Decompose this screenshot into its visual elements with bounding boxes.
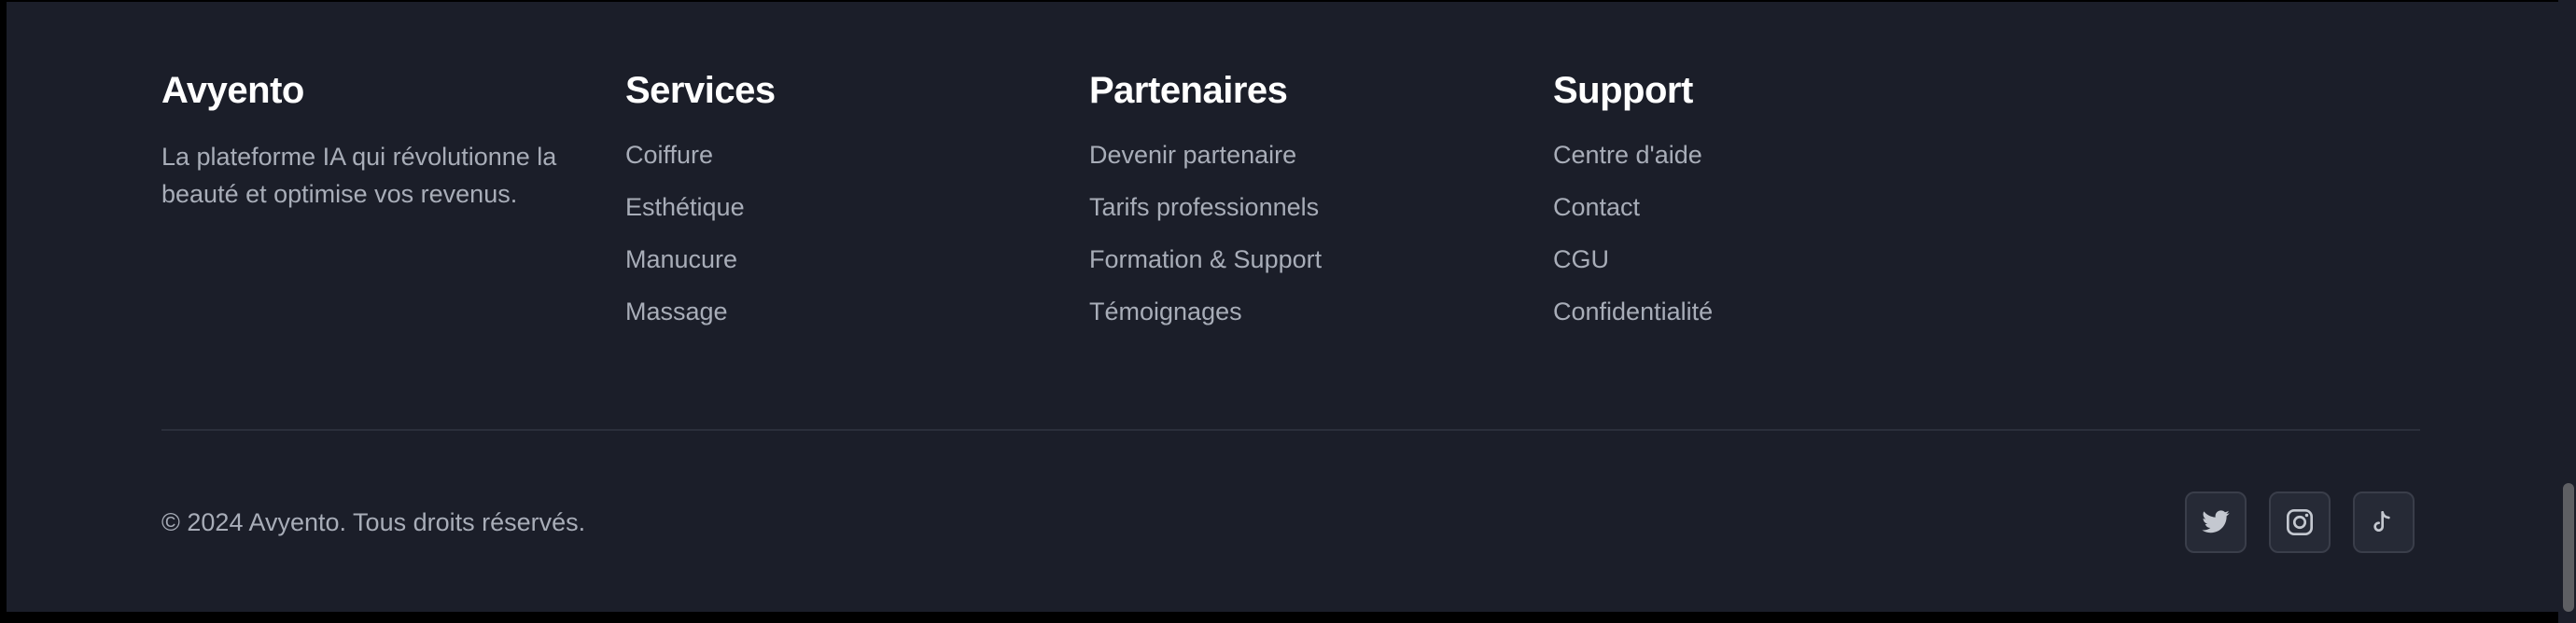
footer-link-massage[interactable]: Massage: [625, 293, 1036, 345]
support-links: Centre d'aide Contact CGU Confidentialit…: [1553, 136, 1964, 345]
footer-link-esthetique[interactable]: Esthétique: [625, 188, 1036, 241]
footer-column-support: Support Centre d'aide Contact CGU Confid…: [1553, 65, 1964, 345]
tiktok-button[interactable]: [2353, 491, 2415, 553]
column-title-partenaires: Partenaires: [1089, 70, 1288, 111]
services-links: Coiffure Esthétique Manucure Massage: [625, 136, 1036, 345]
site-footer: Avyento La plateforme IA qui révolutionn…: [7, 2, 2558, 612]
scrollbar-thumb[interactable]: [2563, 483, 2574, 612]
footer-link-formation-support[interactable]: Formation & Support: [1089, 241, 1500, 293]
footer-column-partenaires: Partenaires Devenir partenaire Tarifs pr…: [1089, 65, 1500, 345]
footer-link-manucure[interactable]: Manucure: [625, 241, 1036, 293]
footer-brand-column: Avyento La plateforme IA qui révolutionn…: [161, 65, 572, 213]
column-title-services: Services: [625, 70, 776, 111]
footer-link-centre-aide[interactable]: Centre d'aide: [1553, 136, 1964, 188]
instagram-button[interactable]: [2269, 491, 2331, 553]
partenaires-links: Devenir partenaire Tarifs professionnels…: [1089, 136, 1500, 345]
social-links: [2185, 491, 2415, 553]
brand-description: La plateforme IA qui révolutionne la bea…: [161, 143, 557, 208]
footer-link-coiffure[interactable]: Coiffure: [625, 136, 1036, 188]
footer-column-services: Services Coiffure Esthétique Manucure Ma…: [625, 65, 1036, 345]
twitter-button[interactable]: [2185, 491, 2247, 553]
footer-link-contact[interactable]: Contact: [1553, 188, 1964, 241]
instagram-icon: [2287, 509, 2313, 535]
tiktok-icon: [2373, 511, 2390, 532]
footer-divider: [161, 429, 2420, 431]
footer-link-cgu[interactable]: CGU: [1553, 241, 1964, 293]
footer-link-confidentialite[interactable]: Confidentialité: [1553, 293, 1964, 345]
footer-link-temoignages[interactable]: Témoignages: [1089, 293, 1500, 345]
brand-name: Avyento: [161, 70, 304, 111]
footer-link-devenir-partenaire[interactable]: Devenir partenaire: [1089, 136, 1500, 188]
column-title-support: Support: [1553, 70, 1693, 111]
twitter-icon: [2202, 510, 2230, 533]
footer-link-tarifs-professionnels[interactable]: Tarifs professionnels: [1089, 188, 1500, 241]
copyright-text: © 2024 Avyento. Tous droits réservés.: [161, 508, 586, 536]
